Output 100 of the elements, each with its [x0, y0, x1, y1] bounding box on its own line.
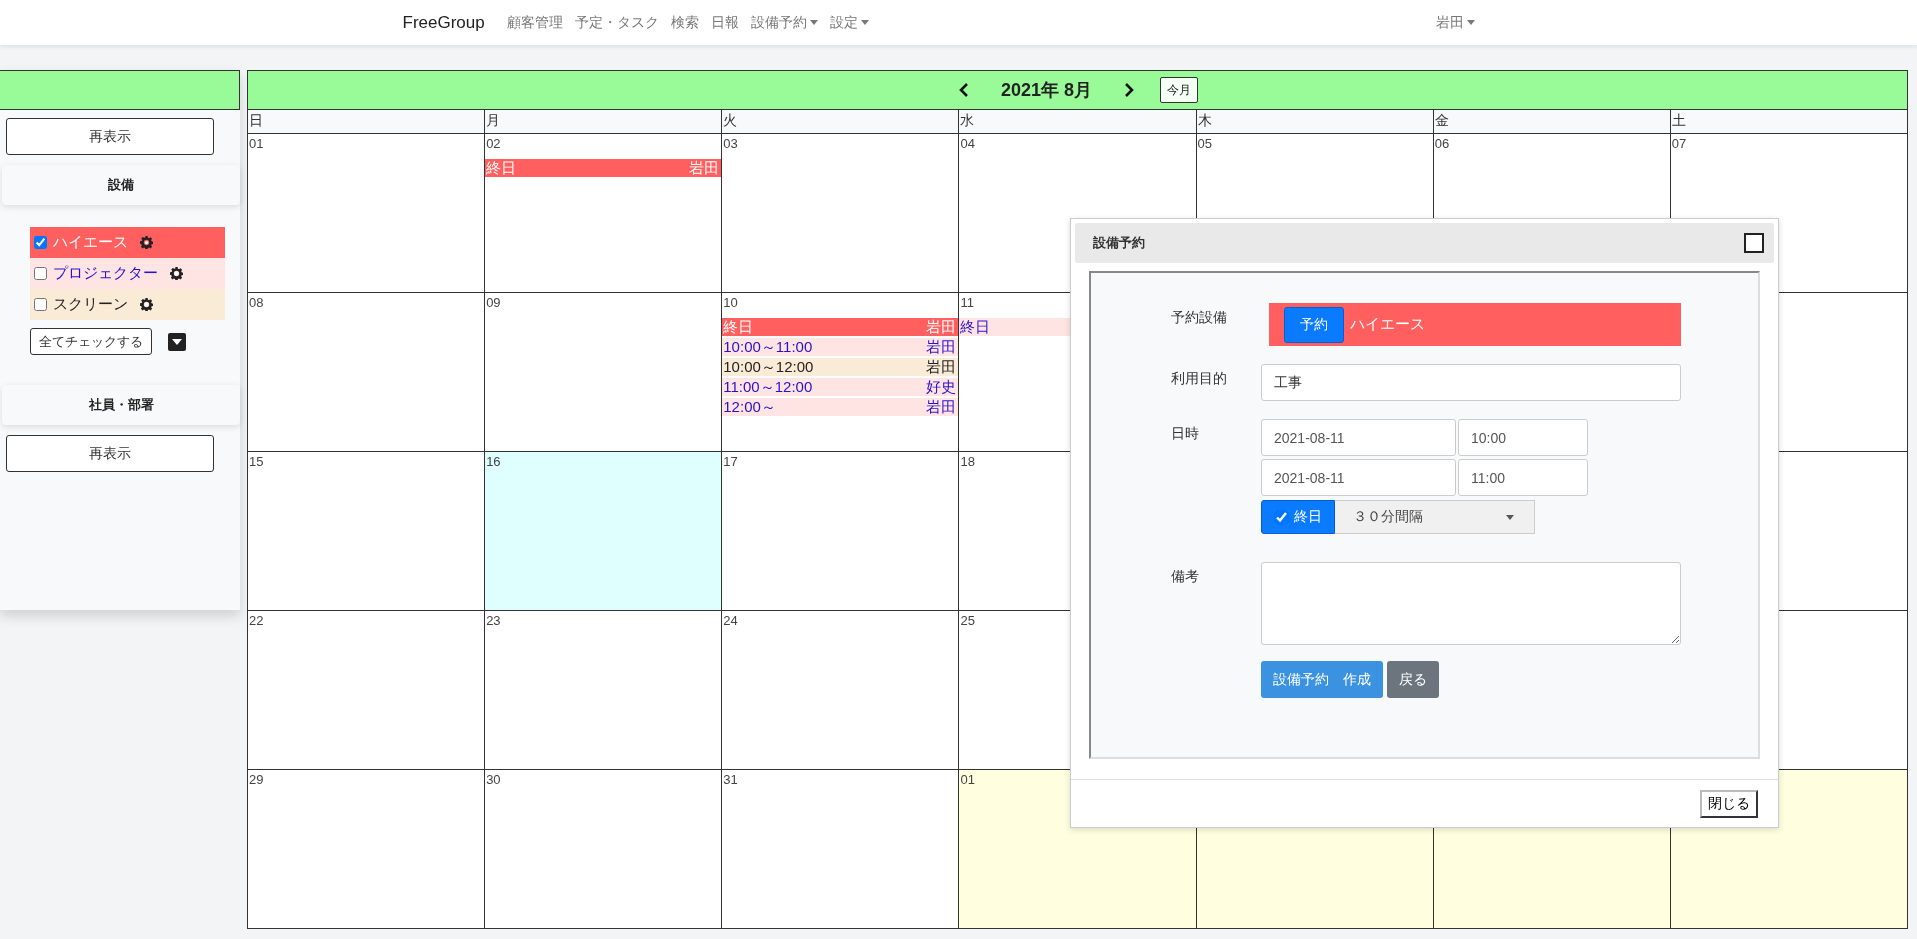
day-cell[interactable]: 03 — [722, 134, 960, 293]
section-header[interactable]: 社員・部署 — [2, 385, 240, 425]
month-title: 2021年 8月 — [1000, 79, 1093, 102]
day-number: 09 — [485, 294, 502, 312]
day-number: 18 — [959, 453, 976, 471]
event-time: 11:00～12:00 — [723, 378, 813, 396]
nav-dropdown[interactable]: 設備予約 — [750, 13, 807, 32]
day-number: 01 — [959, 771, 976, 789]
day-cell[interactable]: 22 — [248, 611, 486, 770]
event-time: 10:00～11:00 — [723, 338, 813, 356]
equipment-name[interactable]: スクリーン — [53, 295, 128, 314]
section-header[interactable]: 設備 — [2, 165, 240, 205]
day-cell[interactable]: 30 — [485, 770, 723, 929]
back-button[interactable]: 戻る — [1387, 661, 1439, 698]
event-time: 終日 — [723, 318, 754, 336]
day-number: 23 — [485, 612, 502, 630]
event-time: 12:00～ — [723, 398, 776, 416]
day-number: 17 — [722, 453, 739, 471]
event-person: 好史 — [926, 378, 957, 396]
weekday-header: 土 — [1670, 110, 1908, 134]
nav-link[interactable]: 検索 — [670, 13, 699, 32]
dropdown-icon[interactable] — [168, 332, 186, 351]
nav-link[interactable]: 顧客管理 — [506, 13, 563, 32]
nav-link[interactable]: 予定・タスク — [574, 13, 659, 32]
settings-icon[interactable] — [140, 298, 153, 311]
field-label: 予約設備 — [1171, 308, 1228, 327]
day-number: 04 — [959, 135, 976, 153]
notes-field[interactable] — [1261, 562, 1681, 645]
field-label: 利用目的 — [1171, 369, 1228, 388]
day-number: 22 — [248, 612, 265, 630]
check-all-button[interactable]: 全てチェックする — [30, 328, 152, 355]
day-cell[interactable]: 29 — [248, 770, 486, 929]
caret-icon — [1506, 514, 1514, 520]
event-person: 岩田 — [926, 398, 957, 416]
event-person: 岩田 — [689, 159, 720, 177]
weekday-header: 火 — [722, 110, 960, 134]
day-number: 24 — [722, 612, 739, 630]
settings-icon[interactable] — [170, 267, 183, 280]
day-number: 25 — [959, 612, 976, 630]
weekday-header: 月 — [485, 110, 723, 134]
day-cell[interactable]: 10 終日 岩田 10:00～11:00 岩田 10:00～12:00 岩田 11:00～12:00 好史 12:00～ 岩田 — [722, 293, 960, 452]
day-cell[interactable]: 16 — [485, 452, 723, 611]
refresh-button[interactable]: 再表示 — [6, 435, 214, 472]
day-number: 31 — [722, 771, 739, 789]
weekday-header: 日 — [248, 110, 486, 134]
checkbox[interactable] — [34, 267, 47, 280]
weekday-header: 木 — [1196, 110, 1434, 134]
calendar-event[interactable]: 10:00～12:00 岩田 — [722, 358, 959, 376]
user-dropdown[interactable]: 岩田 — [1435, 13, 1464, 32]
day-cell[interactable]: 01 — [248, 134, 486, 293]
day-number: 05 — [1196, 135, 1214, 153]
all-day-toggle[interactable]: 終日 — [1261, 500, 1335, 534]
calendar-event[interactable]: 10:00～11:00 岩田 — [722, 338, 959, 356]
weekday-header: 金 — [1433, 110, 1671, 134]
day-cell[interactable]: 17 — [722, 452, 960, 611]
day-number: 16 — [485, 453, 502, 471]
equipment-name[interactable]: プロジェクター — [53, 264, 158, 283]
day-number: 07 — [1670, 135, 1688, 153]
time-field[interactable]: 11:00 — [1458, 459, 1588, 496]
day-number: 11 — [959, 294, 975, 312]
field-label: 日時 — [1171, 424, 1200, 443]
event-person: 岩田 — [926, 358, 957, 376]
day-number: 06 — [1433, 135, 1451, 153]
calendar-event[interactable]: 12:00～ 岩田 — [722, 398, 959, 416]
refresh-button[interactable]: 再表示 — [6, 118, 214, 155]
checkbox[interactable] — [34, 298, 47, 311]
day-cell[interactable]: 08 — [248, 293, 486, 452]
maximize-icon[interactable] — [1744, 233, 1764, 253]
brand-link[interactable]: FreeGroup — [402, 12, 485, 33]
weekday-header: 水 — [959, 110, 1197, 134]
this-month-button[interactable]: 今月 — [1160, 77, 1199, 103]
date-field[interactable]: 2021-08-11 — [1261, 459, 1456, 496]
nav-link[interactable]: 日報 — [710, 13, 739, 32]
purpose-field[interactable]: 工事 — [1261, 364, 1681, 401]
settings-icon[interactable] — [140, 236, 153, 249]
day-number: 02 — [485, 135, 502, 153]
day-number: 29 — [248, 771, 265, 789]
day-cell[interactable]: 23 — [485, 611, 723, 770]
date-field[interactable]: 2021-08-11 — [1261, 419, 1456, 456]
interval-select[interactable]: ３０分間隔 — [1335, 500, 1535, 534]
day-cell[interactable]: 31 — [722, 770, 960, 929]
field-label: 備考 — [1171, 567, 1200, 586]
calendar-event[interactable]: 11:00～12:00 好史 — [722, 378, 959, 396]
equipment-name: ハイエース — [1350, 315, 1425, 334]
close-button[interactable]: 閉じる — [1700, 789, 1758, 818]
event-time: 終日 — [486, 159, 517, 177]
day-number: 10 — [722, 294, 739, 312]
checkbox[interactable] — [1274, 509, 1289, 525]
day-cell[interactable]: 24 — [722, 611, 960, 770]
event-time: 終日 — [960, 318, 991, 336]
day-number: 08 — [248, 294, 265, 312]
day-cell[interactable]: 09 — [485, 293, 723, 452]
checkbox[interactable] — [34, 236, 47, 249]
time-field[interactable]: 10:00 — [1458, 419, 1588, 456]
event-person: 岩田 — [926, 318, 957, 336]
day-cell[interactable]: 02 終日 岩田 — [485, 134, 723, 293]
nav-dropdown[interactable]: 設定 — [829, 13, 858, 32]
day-number: 01 — [248, 135, 265, 153]
day-cell[interactable]: 15 — [248, 452, 486, 611]
reserve-button[interactable]: 予約 — [1284, 306, 1344, 343]
